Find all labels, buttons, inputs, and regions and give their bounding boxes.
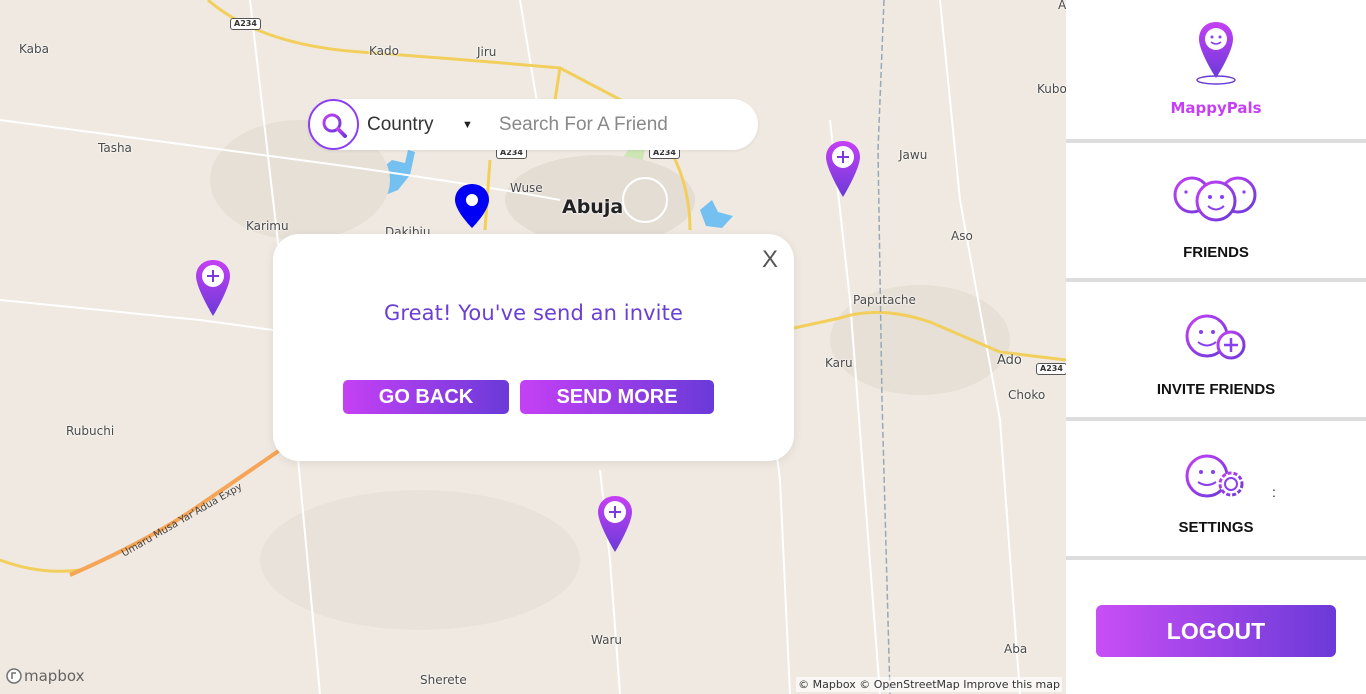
add-friend-pin-icon[interactable] (824, 139, 862, 199)
place-label: A (1058, 0, 1066, 12)
place-label: Jiru (477, 45, 497, 59)
brand[interactable]: MappyPals (1066, 20, 1366, 117)
mappypals-logo-icon (1196, 22, 1236, 85)
place-label: Rubuchi (66, 424, 115, 438)
sidebar-item-friends[interactable]: FRIENDS (1066, 173, 1366, 261)
chevron-down-icon[interactable]: ▼ (462, 119, 473, 131)
sidebar-item-label: SETTINGS (1178, 519, 1254, 536)
place-label: Sherete (420, 673, 467, 687)
place-label: Choko (1008, 388, 1046, 402)
country-select[interactable]: Country (367, 114, 462, 136)
place-label: Aso (951, 229, 973, 243)
divider (1066, 278, 1366, 282)
invite-friends-icon (1185, 314, 1246, 360)
settings-icon (1185, 454, 1244, 498)
divider (1066, 556, 1366, 560)
sidebar: MappyPals FRIENDS INVITE FRIENDS SETTING… (1066, 0, 1366, 694)
road-shield: A234 (1036, 363, 1066, 375)
add-friend-pin-icon[interactable] (596, 494, 634, 554)
sidebar-item-settings[interactable]: SETTINGS (1066, 452, 1366, 536)
place-label: Ado (997, 353, 1022, 368)
map-attribution[interactable]: © Mapbox © OpenStreetMap Improve this ma… (796, 677, 1062, 692)
send-more-button[interactable]: SEND MORE (520, 380, 714, 414)
current-location-pin-icon[interactable] (454, 183, 490, 229)
divider (1066, 417, 1366, 421)
friend-search-input[interactable] (498, 113, 739, 136)
place-label: Waru (591, 633, 622, 647)
place-label: Karu (825, 356, 853, 370)
place-label: Paputache (853, 293, 916, 307)
mapbox-icon (6, 668, 22, 684)
sidebar-item-invite-friends[interactable]: INVITE FRIENDS (1066, 314, 1366, 398)
sidebar-item-label: INVITE FRIENDS (1156, 381, 1276, 398)
place-label: Kaba (19, 42, 49, 56)
friends-icon (1173, 176, 1257, 222)
place-label: Kubo (1037, 82, 1066, 96)
place-label-abuja: Abuja (562, 196, 624, 218)
sidebar-item-label: FRIENDS (1183, 244, 1249, 261)
map[interactable]: Kaba Kado Jiru Tasha Wuse Abuja Karimu D… (0, 0, 1066, 694)
search-bar: Country ▼ (308, 99, 758, 150)
brand-name: MappyPals (1170, 99, 1262, 117)
place-label: Tasha (98, 141, 132, 155)
mapbox-logo[interactable]: mapbox (6, 667, 84, 685)
invite-sent-modal: X Great! You've send an invite GO BACK S… (273, 234, 794, 461)
place-label: Kado (369, 44, 399, 58)
place-label: Jawu (899, 148, 928, 162)
logout-button[interactable]: LOGOUT (1096, 605, 1336, 657)
place-label: Aba (1004, 642, 1028, 656)
modal-message: Great! You've send an invite (384, 301, 683, 325)
search-icon (322, 113, 347, 138)
go-back-button[interactable]: GO BACK (343, 380, 509, 414)
add-friend-pin-icon[interactable] (194, 258, 232, 318)
search-button[interactable] (308, 99, 359, 150)
road-shield: A234 (230, 18, 261, 30)
divider (1066, 139, 1366, 143)
settings-colon: : (1272, 484, 1276, 500)
mapbox-text: mapbox (24, 667, 85, 685)
place-label: Karimu (246, 219, 289, 233)
place-label: Wuse (510, 181, 543, 195)
close-button[interactable]: X (762, 246, 778, 274)
